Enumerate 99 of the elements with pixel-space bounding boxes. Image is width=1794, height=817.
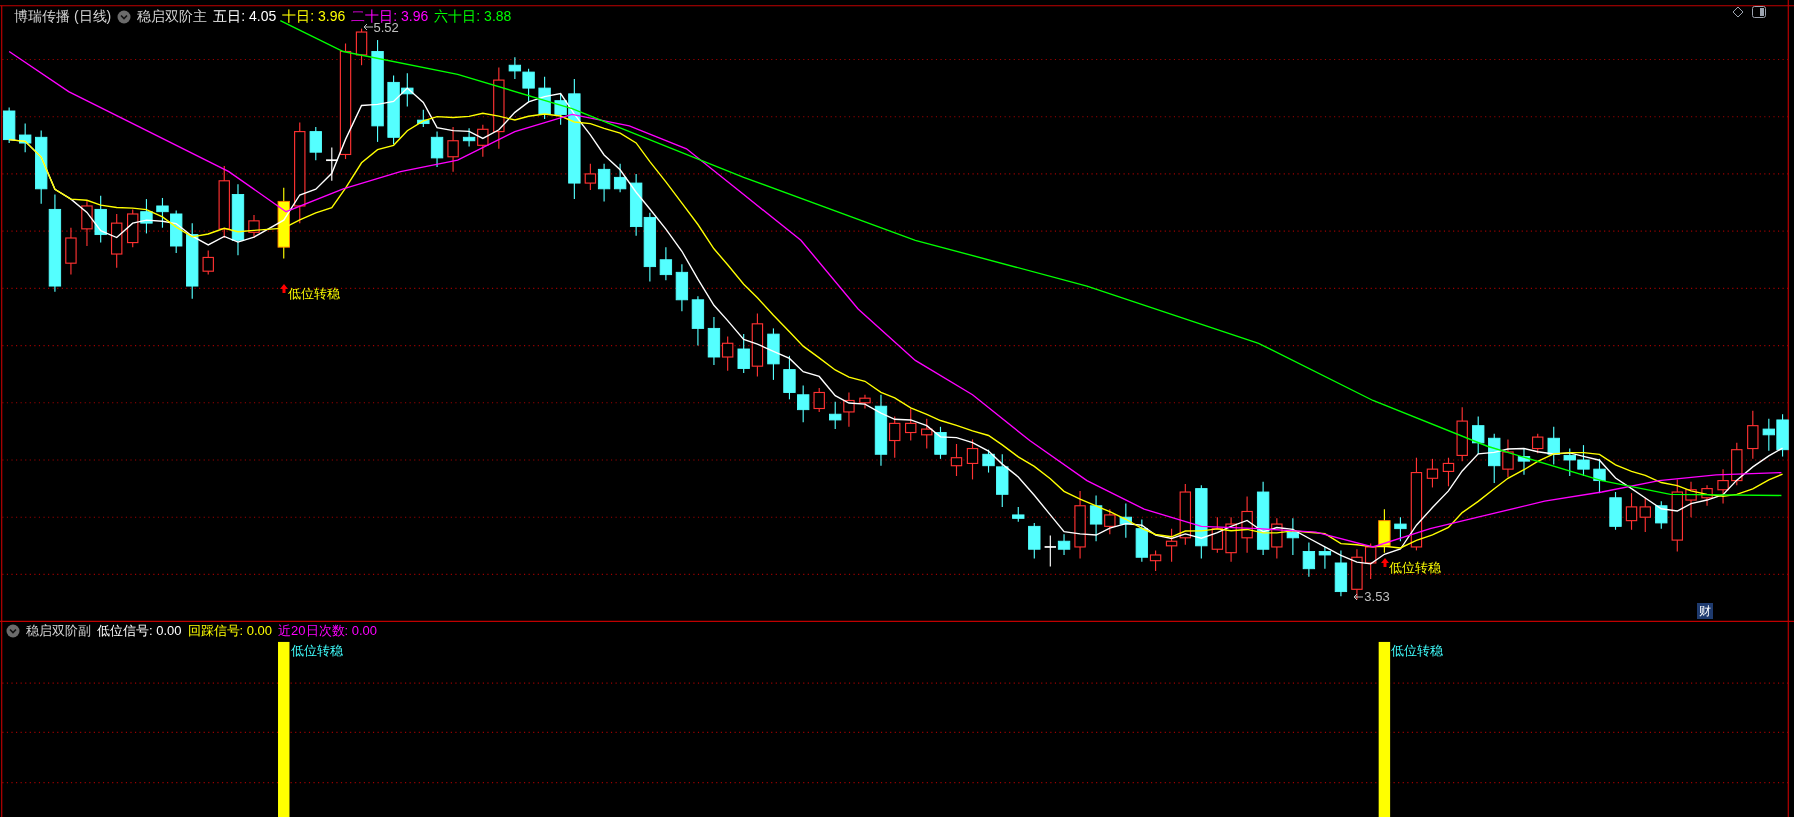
candlestick	[859, 394, 871, 410]
left-arrow-icon	[1352, 592, 1365, 601]
security-name: 博瑞传播 (日线)	[14, 7, 112, 26]
candlestick	[1394, 516, 1407, 542]
candlestick	[1532, 433, 1544, 454]
signal-label: 低位转稳	[288, 286, 341, 300]
candlestick	[950, 443, 963, 477]
candlestick	[1701, 484, 1713, 507]
candlestick	[19, 123, 32, 153]
candlestick	[1302, 541, 1316, 578]
candlestick	[1655, 500, 1668, 530]
candlestick	[905, 407, 917, 442]
candlestick	[829, 401, 842, 430]
candlestick	[1625, 492, 1638, 531]
candlestick	[813, 387, 825, 413]
candlestick	[1074, 490, 1086, 559]
candlestick	[1472, 415, 1485, 455]
candlestick	[248, 214, 260, 239]
candlestick	[1488, 433, 1501, 484]
candlestick	[309, 126, 322, 161]
candlestick	[691, 295, 705, 347]
candlestick	[1547, 426, 1560, 466]
candlestick	[1378, 508, 1391, 554]
candlestick	[127, 208, 139, 248]
candlestick	[430, 131, 444, 168]
candlestick	[1776, 413, 1789, 458]
candlestick	[2, 107, 16, 144]
candlestick	[1609, 491, 1622, 531]
candlestick	[170, 209, 183, 254]
indicator-name: 稳启双阶主	[137, 7, 208, 26]
signal-label: 低位转稳	[1388, 561, 1441, 575]
candlestick	[843, 391, 855, 428]
candlestick	[1563, 448, 1576, 477]
dropdown-icon[interactable]	[117, 9, 132, 24]
candlestick	[643, 212, 657, 283]
candlestick	[1012, 506, 1025, 523]
candlestick	[707, 316, 721, 366]
candlestick	[94, 195, 107, 244]
candlestick	[721, 335, 734, 372]
candlestick	[629, 173, 643, 237]
average-value: 六十日: 3.88	[434, 7, 512, 26]
candlestick	[1334, 549, 1348, 597]
up-arrow-icon	[280, 283, 289, 293]
candlestick	[1286, 517, 1300, 556]
candlestick	[1762, 418, 1775, 452]
candlestick	[1225, 516, 1237, 563]
candlestick	[111, 213, 123, 269]
dropdown-icon[interactable]	[6, 623, 20, 638]
indicator-name: 稳启双阶副	[26, 622, 91, 640]
average-value: 十日: 3.96	[282, 7, 346, 26]
candlestick	[1318, 546, 1332, 570]
indicator-value: 低位信号: 0.00	[97, 622, 182, 640]
candlestick	[156, 197, 169, 229]
candlestick	[447, 126, 459, 173]
candlestick	[783, 355, 796, 400]
candlestick	[1639, 497, 1651, 533]
candlestick	[1731, 442, 1743, 486]
candlestick	[659, 246, 673, 281]
average-value: 五日: 4.05	[213, 7, 277, 26]
panel-toggle-icon[interactable]	[1752, 6, 1766, 18]
candlestick	[584, 163, 597, 191]
signal-label: 低位转稳	[290, 644, 343, 658]
candlestick	[1241, 496, 1253, 554]
candlestick	[767, 327, 780, 381]
candlestick	[1351, 548, 1363, 601]
candlestick	[1685, 481, 1697, 518]
indicator-value: 回踩信号: 0.00	[187, 622, 273, 640]
candlestick	[1028, 522, 1041, 559]
candlestick	[921, 418, 933, 450]
candlestick	[966, 438, 979, 480]
finance-badge: 财	[1696, 603, 1713, 619]
candlestick	[797, 385, 810, 423]
diamond-icon[interactable]	[1732, 6, 1744, 18]
candlestick	[1717, 468, 1729, 505]
price-label: 3.53	[1364, 590, 1390, 604]
candlestick	[81, 199, 93, 247]
candlestick	[202, 250, 214, 276]
indicator-value: 近20日次数: 0.00	[278, 622, 378, 640]
candlestick	[1364, 542, 1377, 580]
candlestick	[1577, 444, 1590, 477]
candlestick	[538, 76, 551, 120]
candlestick	[140, 198, 153, 234]
up-arrow-icon	[1380, 558, 1389, 568]
candlestick	[613, 163, 627, 193]
candlestick	[675, 263, 689, 312]
candlestick	[1502, 438, 1514, 478]
candlestick	[934, 426, 947, 460]
left-arrow-icon	[361, 23, 374, 32]
candlestick	[65, 227, 77, 276]
candlestick	[355, 28, 368, 66]
candlestick	[597, 163, 611, 202]
signal-label: 低位转稳	[1391, 644, 1444, 658]
candlestick	[1593, 458, 1606, 494]
candlestick	[1426, 458, 1439, 488]
candlestick	[1517, 448, 1531, 476]
candlestick	[1119, 502, 1132, 539]
candlestick	[417, 109, 430, 128]
candlestick	[1211, 516, 1224, 554]
candlestick	[1747, 410, 1759, 460]
